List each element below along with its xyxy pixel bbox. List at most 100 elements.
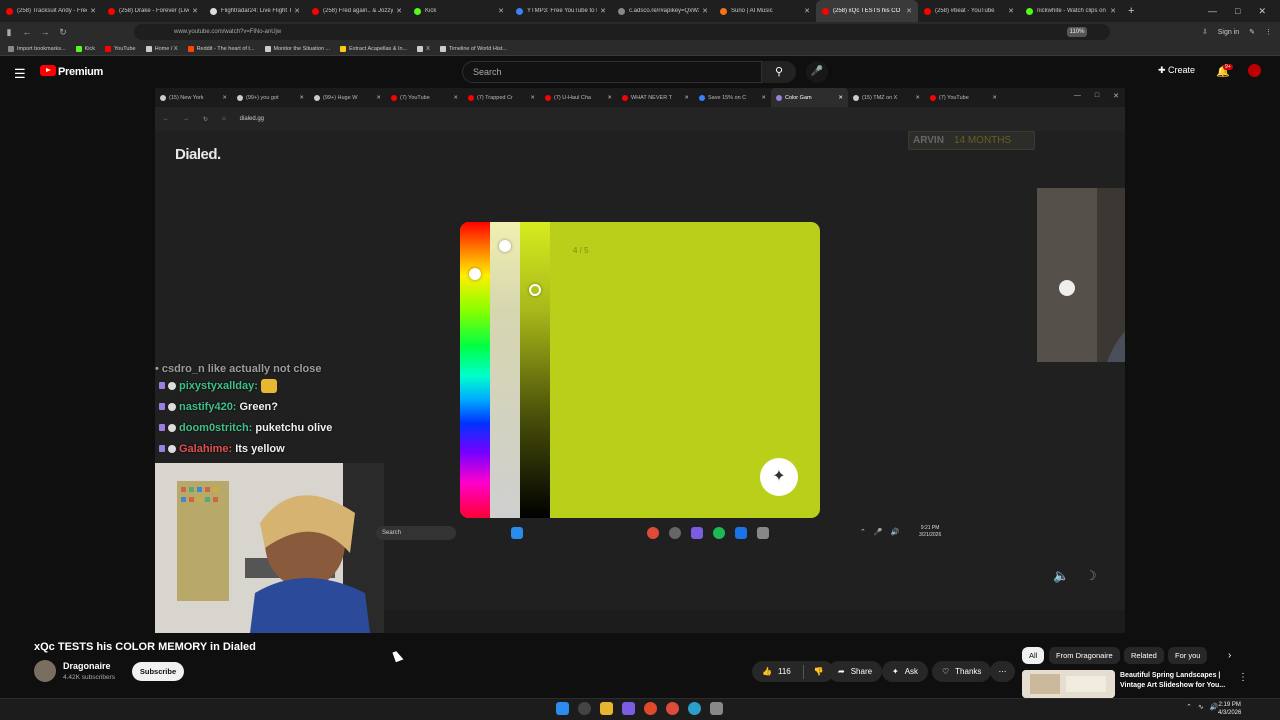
stream-taskbar [384, 610, 1125, 633]
forward-icon[interactable]: → [36, 27, 54, 37]
bookmark-label: X [426, 45, 430, 52]
dislike-icon[interactable]: 👎 [814, 667, 824, 676]
download-icon[interactable]: ⇩ [1202, 28, 1208, 36]
search-icon[interactable]: ⚲ [762, 61, 796, 83]
like-count[interactable]: 116 [778, 667, 791, 676]
tab-close-icon[interactable]: ✕ [90, 7, 96, 15]
tab-close-icon[interactable]: ✕ [702, 7, 708, 15]
discord-icon[interactable] [622, 702, 635, 715]
ask-button[interactable]: ✦ Ask [882, 661, 929, 682]
recommended-title[interactable]: Beautiful Spring Landscapes | Vintage Ar… [1120, 671, 1235, 691]
thanks-button[interactable]: ♡ Thanks [932, 661, 992, 682]
browser-tab[interactable]: (258) Fred again.. & Jozzy ✕ [306, 0, 408, 22]
tab-close-icon[interactable]: ✕ [1110, 7, 1116, 15]
browser-tab[interactable]: (258) Drake - Forever (Live ✕ [102, 0, 204, 22]
lightness-knob [529, 284, 541, 296]
browser-tab[interactable]: (258) #beat - YouTube ✕ [918, 0, 1020, 22]
browser-tab[interactable]: c.adsco.re/r#apikey=QxW3AwA✕ [612, 0, 714, 22]
bookmark-item[interactable]: YouTube [105, 45, 136, 52]
share-button[interactable]: ➦ Share [828, 661, 883, 682]
windows-start-icon[interactable] [556, 702, 569, 715]
tab-close-icon[interactable]: ✕ [294, 7, 300, 15]
filter-chip[interactable]: From Dragonaire [1049, 647, 1120, 664]
recommended-more-icon[interactable]: ⋮ [1238, 672, 1248, 683]
browser-tab[interactable]: Suno | AI Music ✕ [714, 0, 816, 22]
chrome-icon[interactable] [666, 702, 679, 715]
hamburger-menu-icon[interactable]: ☰ [14, 66, 26, 82]
menu-dots-icon[interactable]: ⋮ [1265, 28, 1272, 36]
bookmark-item[interactable]: Monitor the Situation ... [264, 45, 330, 52]
bookmark-item[interactable]: Home / X [145, 45, 178, 52]
stream-clock: 9:21 PM 3/21/2026 [919, 525, 941, 539]
dialed-logo: Dialed. [175, 146, 221, 163]
channel-avatar[interactable] [34, 660, 56, 682]
tab-close-icon[interactable]: ✕ [396, 7, 402, 15]
os-clock[interactable]: 2:19 PM 4/3/2026 [1218, 701, 1241, 717]
minimize-icon[interactable]: — [1208, 6, 1217, 16]
signin-button[interactable]: Sign in [1218, 29, 1239, 36]
tab-close-icon[interactable]: ✕ [600, 7, 606, 15]
chat-text: Its yellow [235, 442, 285, 455]
tray-arrow-icon[interactable]: ⌃ [1186, 703, 1192, 711]
sidebar-toggle-icon[interactable]: ▮ [0, 27, 18, 38]
omnibox-url[interactable]: www.youtube.com/watch?v=FlNo-anUjw [174, 29, 281, 35]
channel-name[interactable]: Dragonaire [63, 661, 111, 671]
bookmark-item[interactable]: Import bookmarks... [8, 45, 66, 52]
browser-tab[interactable]: Flightradar24: Live Flight Tr ✕ [204, 0, 306, 22]
maximize-icon[interactable]: □ [1235, 6, 1240, 16]
extensions-icon[interactable]: ✎ [1249, 28, 1255, 36]
bookmark-item[interactable]: Reddit - The heart of t... [187, 45, 255, 52]
stream-tab-title: WHAT NEVER T [631, 94, 672, 101]
browser-tab[interactable]: (258) xQc TESTS his CO ✕ [816, 0, 918, 22]
youtube-premium-label[interactable]: Premium [58, 66, 103, 78]
filter-chip[interactable]: For you [1168, 647, 1208, 664]
browser-icon[interactable] [644, 702, 657, 715]
wifi-icon[interactable]: ∿ [1198, 703, 1204, 711]
tab-close-icon[interactable]: ✕ [906, 7, 912, 15]
chat-text: Green? [239, 400, 278, 413]
new-tab-icon[interactable]: + [1128, 5, 1134, 17]
browser-tab[interactable]: nickwhite - Watch clips on K ✕ [1020, 0, 1122, 22]
avatar[interactable] [1248, 64, 1261, 77]
reload-icon[interactable]: ↻ [54, 27, 72, 38]
browser-tab[interactable]: YTMP3: Free YouTube to M ✕ [510, 0, 612, 22]
bookmark-item[interactable]: Timeline of World Hist... [439, 45, 507, 52]
subscribe-button[interactable]: Subscribe [132, 662, 184, 681]
like-icon[interactable]: 👍 [762, 667, 772, 676]
settings-icon[interactable] [710, 702, 723, 715]
tab-close-icon[interactable]: ✕ [1008, 7, 1014, 15]
bookmark-icon [340, 45, 347, 52]
bookmark-item[interactable]: X [417, 45, 430, 52]
omnibox[interactable]: www.youtube.com/watch?v=FlNo-anUjw [134, 24, 1110, 40]
video-player[interactable]: (15) New York ✕ (99+) you got ✕ (99+) Huge … [155, 88, 1125, 633]
bookmark-item[interactable]: Kick [75, 45, 95, 52]
browser-tab[interactable]: Kick ✕ [408, 0, 510, 22]
tab-close-icon[interactable]: ✕ [498, 7, 504, 15]
chat-cut-message: • csdro_n like actually not close [155, 363, 322, 375]
search-icon[interactable] [578, 702, 591, 715]
close-icon[interactable]: ✕ [1258, 6, 1266, 17]
discord-icon [691, 527, 703, 539]
microphone-icon[interactable]: 🎤 [806, 61, 828, 83]
search-input[interactable]: Search [462, 61, 762, 83]
browser-toolbar-right: ⇩ Sign in ✎ ⋮ [1202, 24, 1272, 40]
bookmark-item[interactable]: Extract Acapellas & In... [340, 45, 408, 52]
chevron-right-icon[interactable]: › [1228, 650, 1231, 661]
tab-close-icon[interactable]: ✕ [804, 7, 810, 15]
filter-chip[interactable]: Related [1124, 647, 1164, 664]
zoom-level[interactable]: 110% [1067, 27, 1087, 37]
youtube-logo-icon[interactable] [40, 65, 56, 76]
stream-tab: Save 15% on C ✕ [694, 88, 771, 107]
back-icon[interactable]: ← [18, 27, 36, 37]
bookmark-label: Extract Acapellas & In... [349, 45, 408, 52]
file-explorer-icon[interactable] [600, 702, 613, 715]
app-icon[interactable] [688, 702, 701, 715]
round-counter: 4 / 5 [573, 246, 589, 255]
browser-tab[interactable]: (258) Tracksuit Andy - Free ✕ [0, 0, 102, 22]
create-button[interactable]: ✚ Create [1158, 65, 1195, 76]
tab-close-icon[interactable]: ✕ [192, 7, 198, 15]
filter-chip[interactable]: All [1022, 647, 1045, 664]
more-actions-icon[interactable]: ⋯ [990, 661, 1015, 682]
recommended-thumbnail[interactable] [1022, 670, 1115, 698]
tab-favicon-icon [516, 7, 523, 15]
